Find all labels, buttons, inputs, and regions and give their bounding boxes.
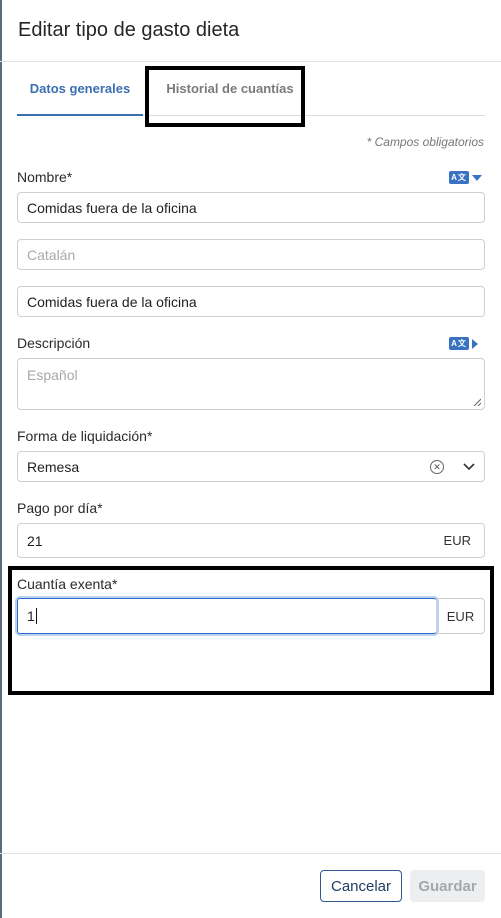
cuantia-exenta-input[interactable]: 1: [17, 598, 437, 634]
tab-datos-generales[interactable]: Datos generales: [17, 62, 143, 116]
language-toggle-nombre[interactable]: A文: [449, 171, 482, 184]
window-edge: [0, 0, 2, 918]
dialog-header: Editar tipo de gasto dieta: [0, 0, 501, 62]
tab-bar: Datos generales Historial de cuantías: [17, 62, 485, 116]
dialog-title: Editar tipo de gasto dieta: [18, 19, 240, 41]
cuantia-exenta-label: Cuantía exenta*: [17, 576, 118, 592]
required-fields-note: * Campos obligatorios: [366, 135, 484, 149]
descripcion-placeholder: Español: [27, 367, 78, 383]
pago-dia-input[interactable]: 21 EUR: [17, 523, 485, 558]
pago-dia-unit: EUR: [443, 533, 471, 548]
caret-right-icon: [472, 338, 478, 349]
cancel-button[interactable]: Cancelar: [320, 870, 402, 902]
chevron-down-icon[interactable]: [462, 460, 476, 474]
translate-icon: A文: [449, 337, 469, 350]
nombre-third-value: Comidas fuera de la oficina: [27, 293, 197, 310]
cuantia-exenta-unit: EUR: [436, 598, 485, 634]
forma-liquidacion-select[interactable]: Remesa ✕: [17, 451, 485, 482]
pago-dia-value: 21: [27, 532, 43, 549]
descripcion-label: Descripción: [17, 335, 91, 351]
tab-historial-cuantias[interactable]: Historial de cuantías: [160, 62, 300, 115]
caret-down-icon: [472, 174, 482, 181]
save-button[interactable]: Guardar: [410, 870, 485, 902]
nombre-third-input[interactable]: Comidas fuera de la oficina: [17, 286, 485, 317]
forma-liquidacion-value: Remesa: [27, 458, 80, 475]
text-caret: [35, 608, 37, 624]
nombre-catalan-input[interactable]: Catalán: [17, 239, 485, 270]
translate-icon: A文: [449, 171, 469, 184]
resize-grip-icon[interactable]: [473, 398, 481, 406]
nombre-label: Nombre*: [17, 169, 73, 185]
nombre-catalan-placeholder: Catalán: [27, 246, 76, 263]
nombre-spanish-value: Comidas fuera de la oficina: [27, 199, 197, 216]
descripcion-textarea[interactable]: Español: [17, 358, 485, 410]
language-toggle-descripcion[interactable]: A文: [449, 337, 478, 350]
pago-dia-label: Pago por día*: [17, 500, 103, 516]
forma-liquidacion-label: Forma de liquidación*: [17, 428, 153, 444]
cuantia-exenta-value: 1: [27, 608, 35, 624]
nombre-spanish-input[interactable]: Comidas fuera de la oficina: [17, 192, 485, 223]
clear-icon[interactable]: ✕: [430, 460, 444, 474]
